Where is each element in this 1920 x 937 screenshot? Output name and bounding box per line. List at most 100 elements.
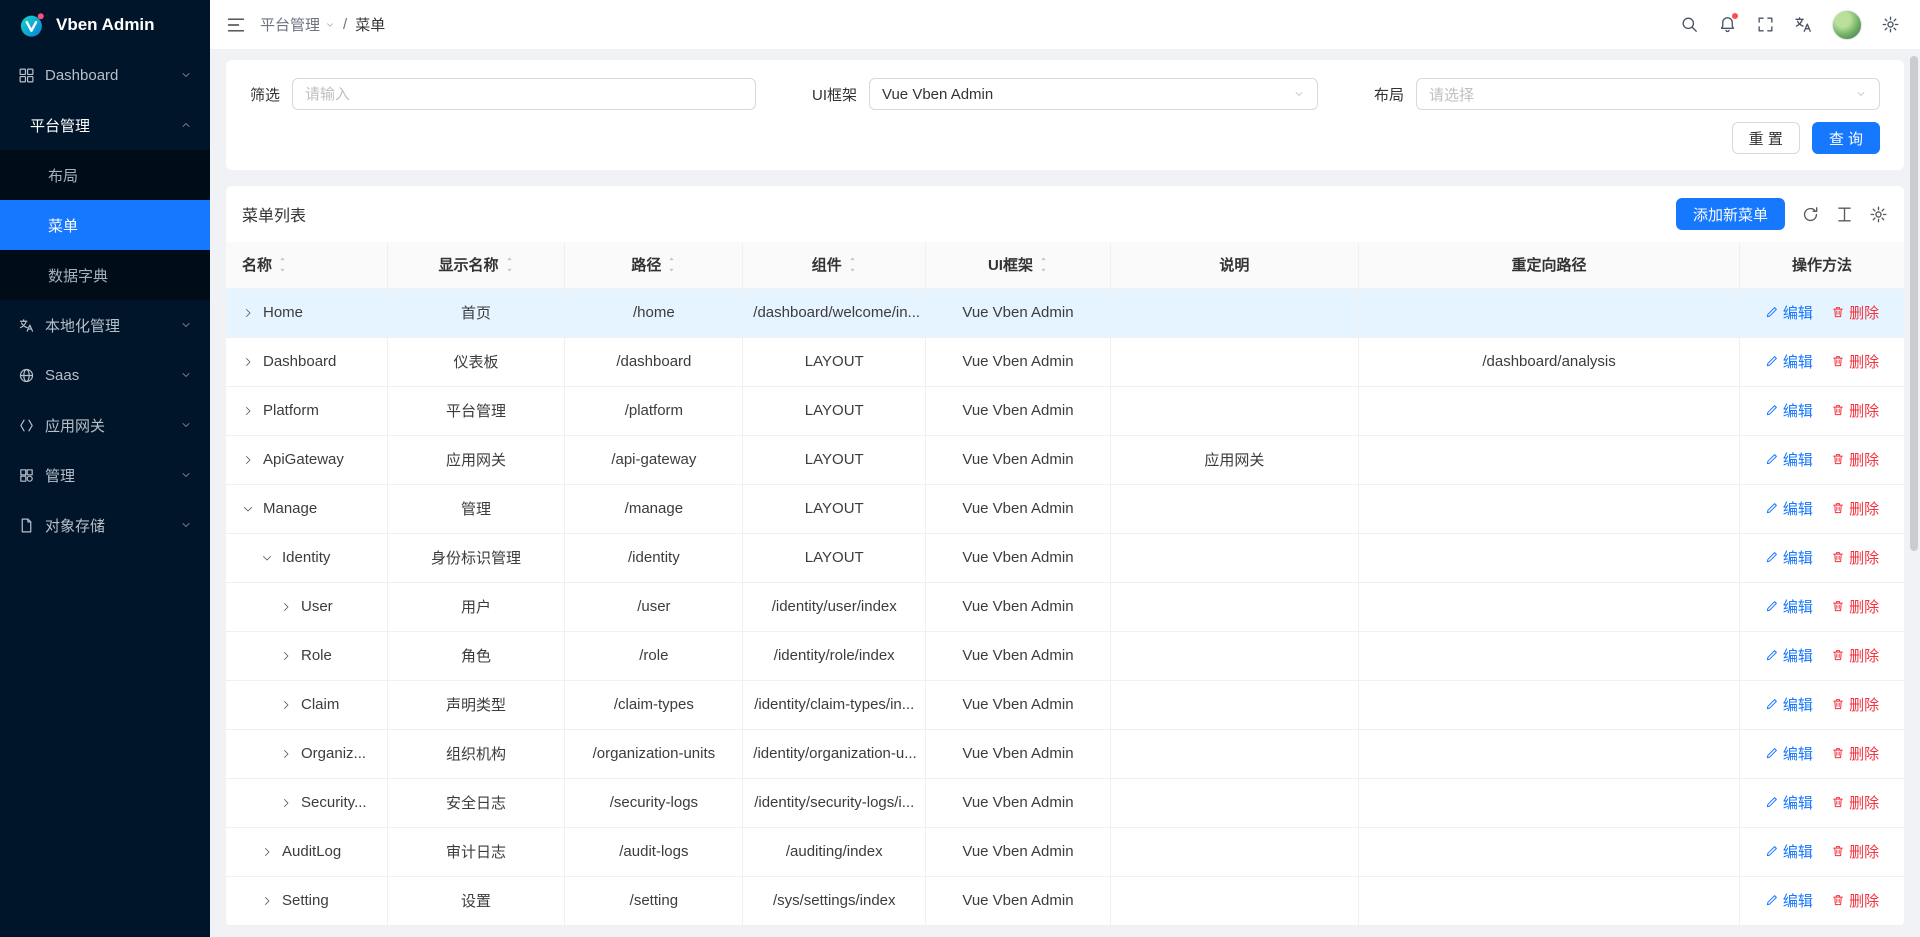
- display-name-cell: 应用网关: [387, 435, 565, 484]
- table-row[interactable]: Role 角色 /role /identity/role/index Vue V…: [226, 631, 1904, 680]
- sidebar-subitem-menu[interactable]: 菜单: [0, 200, 210, 250]
- expand-chevron-icon[interactable]: [280, 748, 292, 760]
- delete-button[interactable]: 删除: [1831, 449, 1879, 470]
- table-row[interactable]: Dashboard 仪表板 /dashboard LAYOUT Vue Vben…: [226, 337, 1904, 386]
- column-label: 名称: [242, 254, 272, 275]
- reset-button[interactable]: 重 置: [1732, 122, 1800, 154]
- column-header[interactable]: 路径: [565, 242, 743, 288]
- expand-chevron-icon[interactable]: [280, 650, 292, 662]
- table-row[interactable]: AuditLog 审计日志 /audit-logs /auditing/inde…: [226, 827, 1904, 876]
- expand-chevron-icon[interactable]: [261, 552, 273, 564]
- ui-framework-select[interactable]: Vue Vben Admin: [869, 78, 1318, 110]
- edit-button[interactable]: 编辑: [1765, 792, 1813, 813]
- expand-chevron-icon[interactable]: [242, 356, 254, 368]
- sort-icons[interactable]: [848, 256, 857, 273]
- expand-chevron-icon[interactable]: [280, 797, 292, 809]
- expand-chevron-icon[interactable]: [280, 601, 292, 613]
- edit-button[interactable]: 编辑: [1765, 498, 1813, 519]
- sidebar-subitem-dictionary[interactable]: 数据字典: [0, 250, 210, 300]
- edit-icon: [1765, 354, 1779, 368]
- edit-button[interactable]: 编辑: [1765, 743, 1813, 764]
- redirect-cell: /dashboard/analysis: [1359, 337, 1740, 386]
- table-row[interactable]: Setting 设置 /setting /sys/settings/index …: [226, 876, 1904, 925]
- edit-button[interactable]: 编辑: [1765, 596, 1813, 617]
- edit-button[interactable]: 编辑: [1765, 890, 1813, 911]
- delete-button[interactable]: 删除: [1831, 302, 1879, 323]
- expand-chevron-icon[interactable]: [261, 895, 273, 907]
- refresh-icon[interactable]: [1801, 205, 1820, 224]
- sidebar-item-saas[interactable]: Saas: [0, 350, 210, 400]
- notifications-button[interactable]: [1718, 15, 1737, 34]
- edit-button[interactable]: 编辑: [1765, 547, 1813, 568]
- sort-icons[interactable]: [1039, 256, 1048, 273]
- column-header[interactable]: 显示名称: [387, 242, 565, 288]
- delete-button[interactable]: 删除: [1831, 743, 1879, 764]
- search-button[interactable]: 查 询: [1812, 122, 1880, 154]
- sidebar-item-platform[interactable]: 平台管理: [0, 100, 210, 150]
- sort-icons[interactable]: [505, 256, 514, 273]
- sort-icons[interactable]: [667, 256, 676, 273]
- sidebar-subitem-layout[interactable]: 布局: [0, 150, 210, 200]
- expand-chevron-icon[interactable]: [242, 503, 254, 515]
- column-header[interactable]: 名称: [226, 242, 387, 288]
- delete-button[interactable]: 删除: [1831, 498, 1879, 519]
- delete-button[interactable]: 删除: [1831, 841, 1879, 862]
- table-row[interactable]: Claim 声明类型 /claim-types /identity/claim-…: [226, 680, 1904, 729]
- delete-button[interactable]: 删除: [1831, 645, 1879, 666]
- table-row[interactable]: Platform 平台管理 /platform LAYOUT Vue Vben …: [226, 386, 1904, 435]
- fullscreen-icon[interactable]: [1756, 15, 1775, 34]
- breadcrumb-section[interactable]: 平台管理: [260, 14, 335, 35]
- column-header[interactable]: UI框架: [926, 242, 1111, 288]
- delete-button[interactable]: 删除: [1831, 792, 1879, 813]
- expand-chevron-icon[interactable]: [280, 699, 292, 711]
- edit-button[interactable]: 编辑: [1765, 351, 1813, 372]
- delete-button[interactable]: 删除: [1831, 547, 1879, 568]
- actions-cell: 编辑 删除: [1740, 680, 1905, 729]
- expand-chevron-icon[interactable]: [242, 405, 254, 417]
- name-cell: Identity: [226, 533, 387, 582]
- sidebar-item-object-storage[interactable]: 对象存储: [0, 500, 210, 550]
- table-row[interactable]: User 用户 /user /identity/user/index Vue V…: [226, 582, 1904, 631]
- search-icon[interactable]: [1680, 15, 1699, 34]
- delete-icon: [1831, 354, 1845, 368]
- delete-button[interactable]: 删除: [1831, 400, 1879, 421]
- edit-button[interactable]: 编辑: [1765, 302, 1813, 323]
- menu-collapse-icon[interactable]: [226, 15, 246, 35]
- column-header[interactable]: 组件: [743, 242, 926, 288]
- edit-button[interactable]: 编辑: [1765, 841, 1813, 862]
- delete-button[interactable]: 删除: [1831, 890, 1879, 911]
- column-settings-gear-icon[interactable]: [1869, 205, 1888, 224]
- layout-select[interactable]: 请选择: [1416, 78, 1880, 110]
- expand-chevron-icon[interactable]: [261, 846, 273, 858]
- add-menu-button[interactable]: 添加新菜单: [1676, 198, 1785, 230]
- edit-button[interactable]: 编辑: [1765, 449, 1813, 470]
- delete-button[interactable]: 删除: [1831, 351, 1879, 372]
- table-row[interactable]: Manage 管理 /manage LAYOUT Vue Vben Admin …: [226, 484, 1904, 533]
- expand-chevron-icon[interactable]: [242, 307, 254, 319]
- sidebar-item-localization[interactable]: 本地化管理: [0, 300, 210, 350]
- actions-cell: 编辑 删除: [1740, 435, 1905, 484]
- edit-button[interactable]: 编辑: [1765, 645, 1813, 666]
- sidebar-item-dashboard[interactable]: Dashboard: [0, 50, 210, 100]
- translate-icon[interactable]: [1794, 15, 1813, 34]
- keyword-input[interactable]: [305, 86, 743, 103]
- user-avatar[interactable]: [1832, 10, 1862, 40]
- app-logo[interactable]: Vben Admin: [0, 0, 210, 50]
- edit-button[interactable]: 编辑: [1765, 400, 1813, 421]
- settings-gear-icon[interactable]: [1881, 15, 1900, 34]
- sort-icons[interactable]: [278, 256, 287, 273]
- table-row[interactable]: Security... 安全日志 /security-logs /identit…: [226, 778, 1904, 827]
- table-row[interactable]: Organiz... 组织机构 /organization-units /ide…: [226, 729, 1904, 778]
- table-row[interactable]: Home 首页 /home /dashboard/welcome/in... V…: [226, 288, 1904, 337]
- delete-button[interactable]: 删除: [1831, 694, 1879, 715]
- sidebar-item-gateway[interactable]: 应用网关: [0, 400, 210, 450]
- scrollbar-thumb[interactable]: [1910, 56, 1918, 551]
- delete-icon: [1831, 501, 1845, 515]
- table-row[interactable]: ApiGateway 应用网关 /api-gateway LAYOUT Vue …: [226, 435, 1904, 484]
- row-height-icon[interactable]: [1835, 205, 1854, 224]
- edit-button[interactable]: 编辑: [1765, 694, 1813, 715]
- expand-chevron-icon[interactable]: [242, 454, 254, 466]
- delete-button[interactable]: 删除: [1831, 596, 1879, 617]
- table-row[interactable]: Identity 身份标识管理 /identity LAYOUT Vue Vbe…: [226, 533, 1904, 582]
- sidebar-item-manage[interactable]: 管理: [0, 450, 210, 500]
